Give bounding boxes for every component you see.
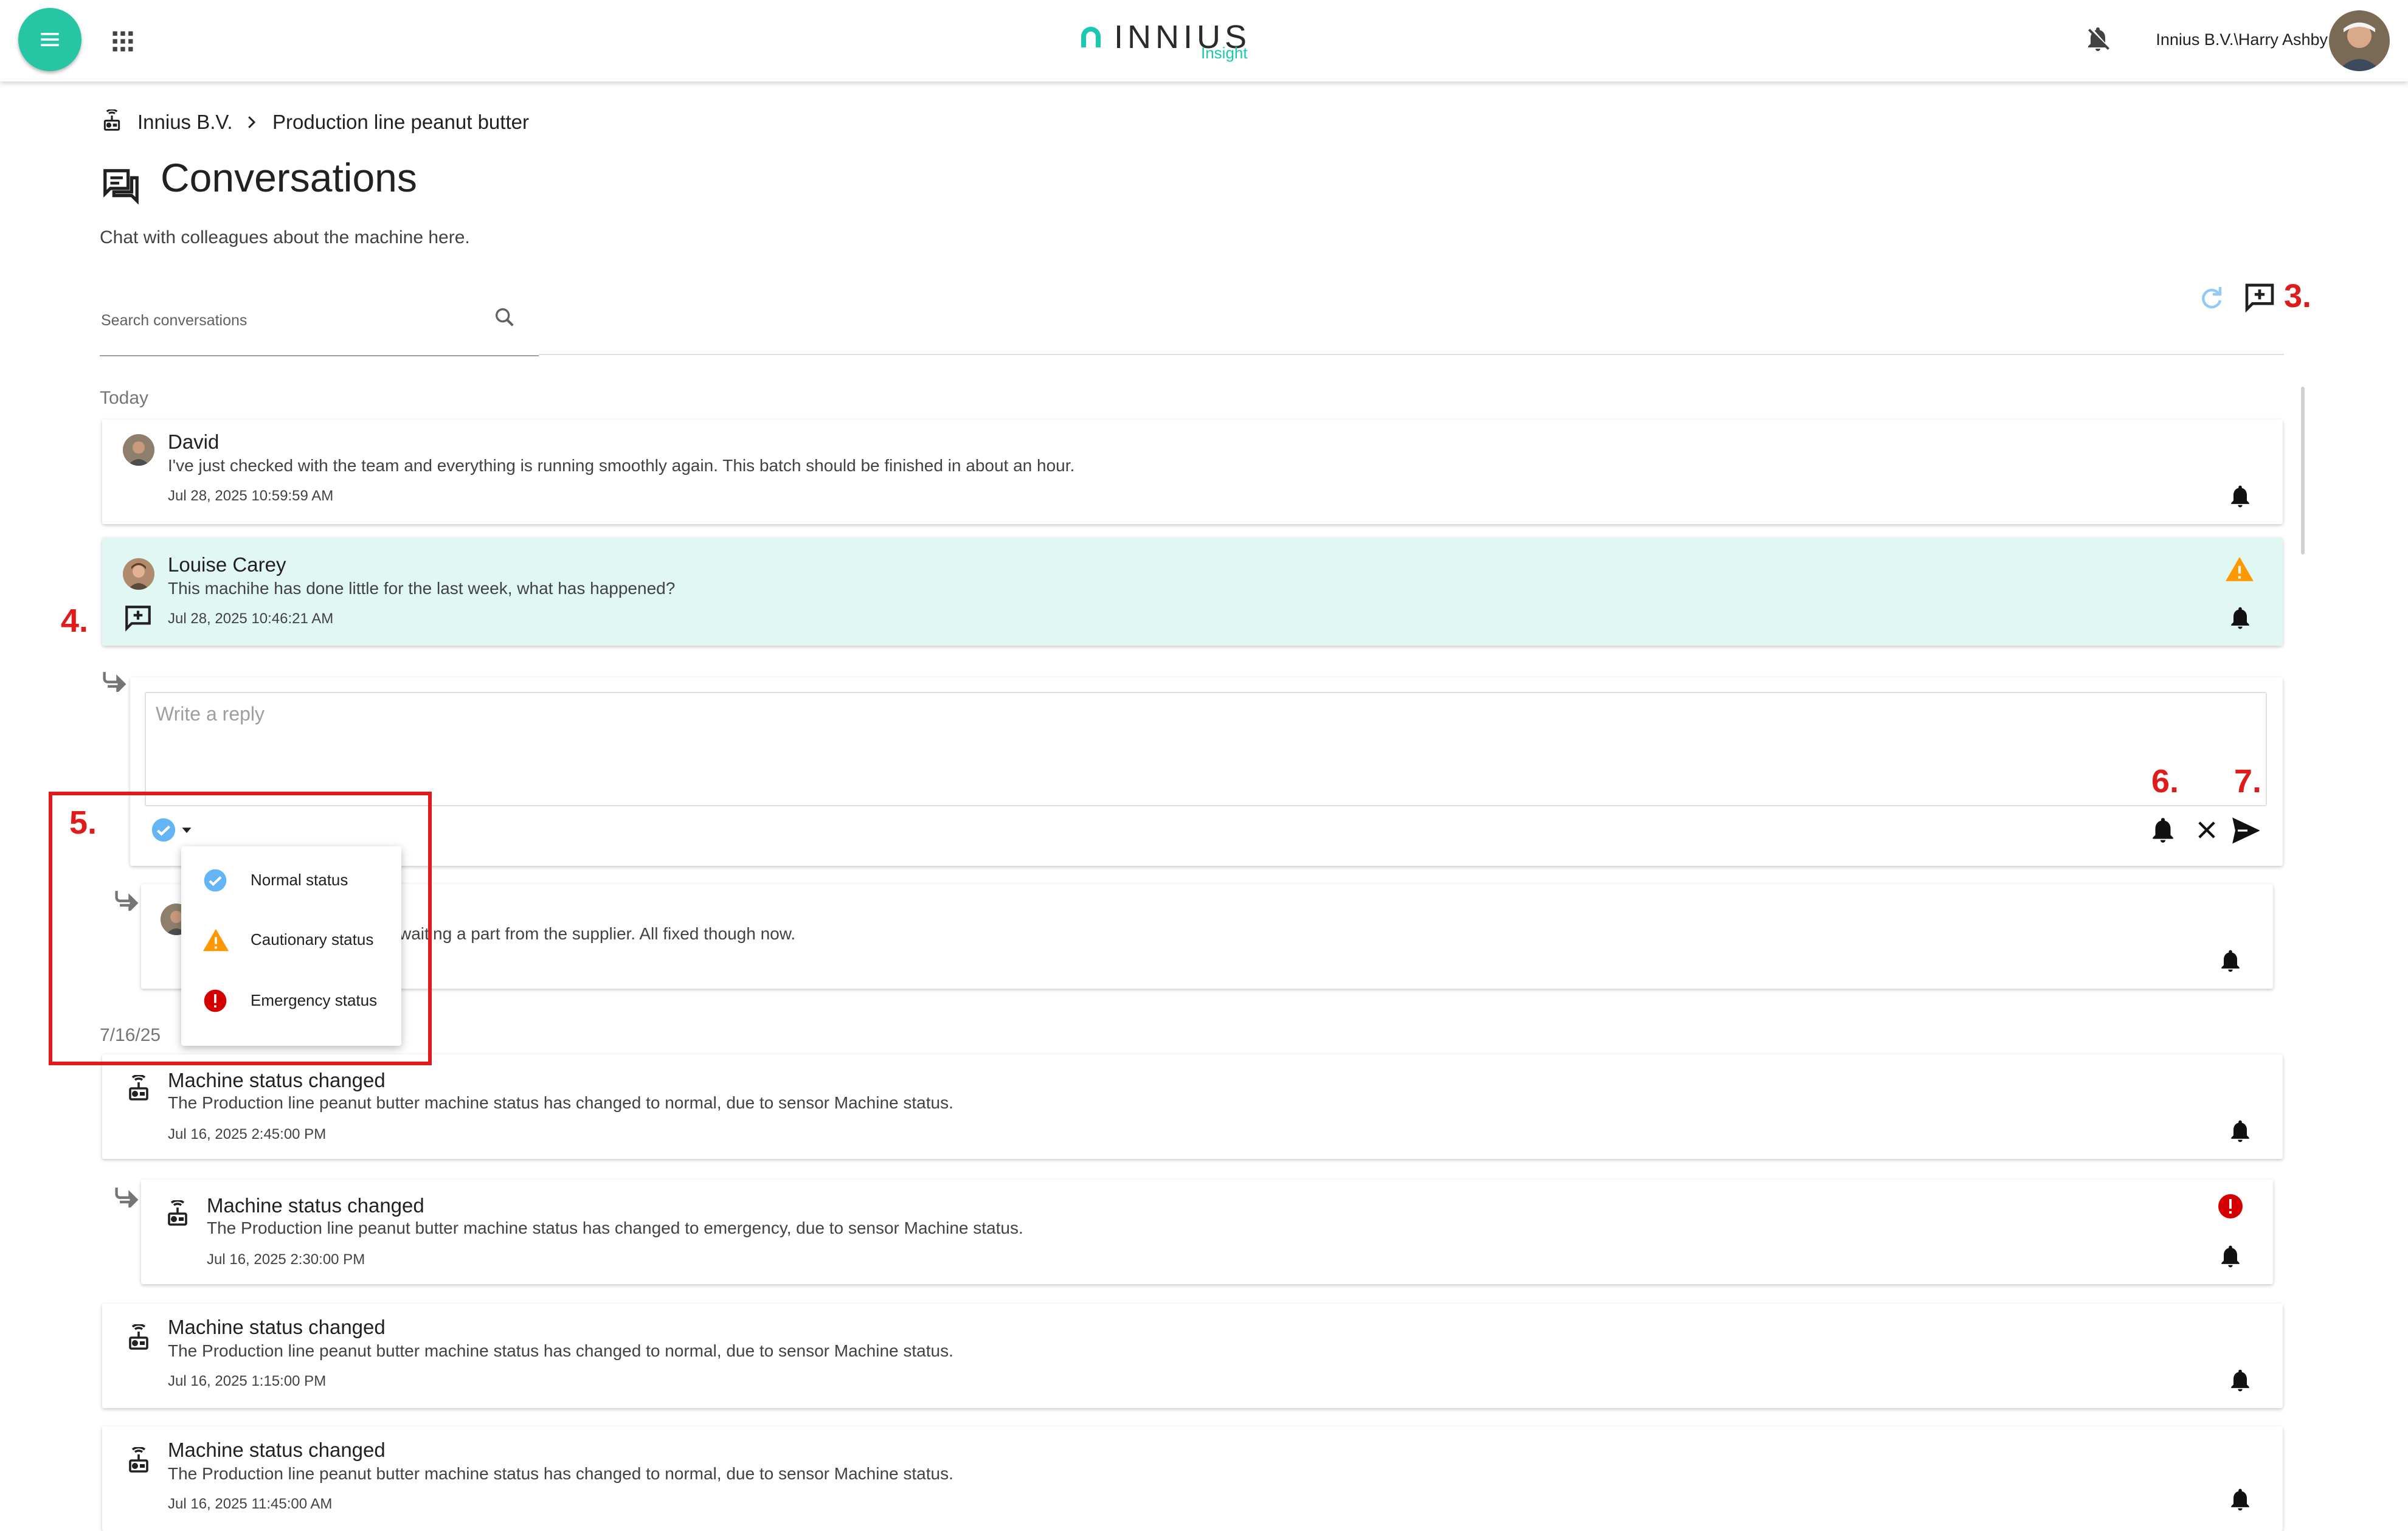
message-text: The Production line peanut butter machin… <box>168 1341 953 1360</box>
annotation-highlight-box <box>49 792 432 1065</box>
avatar-photo-icon <box>2329 10 2390 71</box>
reply-arrow-icon <box>101 668 128 692</box>
reply-card <box>130 677 2283 866</box>
subscribe-bell-button[interactable] <box>2227 1118 2254 1144</box>
apps-grid-button[interactable] <box>109 28 136 55</box>
annotation-6: 6. <box>2151 763 2179 800</box>
message-text: I've just checked with the team and ever… <box>168 456 1075 475</box>
cautionary-status-icon <box>2224 555 2255 585</box>
reply-to-conversation-button[interactable] <box>123 603 153 634</box>
author-name: Machine status changed <box>168 1316 386 1338</box>
message-timestamp: Jul 16, 2025 2:45:00 PM <box>168 1126 327 1142</box>
message-text: The Production line peanut butter machin… <box>168 1093 953 1112</box>
author-name: Machine status changed <box>207 1194 424 1217</box>
bell-icon <box>2153 818 2173 843</box>
annotation-4: 4. <box>61 603 89 639</box>
main-menu-button[interactable] <box>18 8 81 71</box>
notify-bell-button[interactable] <box>2148 815 2178 845</box>
breadcrumb-item-machine[interactable]: Production line peanut butter <box>272 111 529 134</box>
machine-icon <box>124 1447 153 1476</box>
search-input[interactable] <box>100 306 479 334</box>
user-avatar[interactable] <box>2329 10 2390 71</box>
conversation-card[interactable]: David I've just checked with the team an… <box>102 420 2283 524</box>
message-timestamp: Jul 16, 2025 1:15:00 PM <box>168 1373 327 1389</box>
forum-icon <box>100 165 142 208</box>
message-timestamp: Jul 16, 2025 2:30:00 PM <box>207 1251 365 1268</box>
conversation-card[interactable]: Machine status changed The Production li… <box>102 1426 2283 1531</box>
conversation-card-selected[interactable]: Louise Carey This machihe has done littl… <box>102 537 2283 646</box>
emergency-status-icon <box>2216 1192 2245 1221</box>
bell-icon <box>2231 1369 2249 1392</box>
reply-message-card[interactable]: waiting a part from the supplier. All fi… <box>141 884 2273 989</box>
reply-arrow-icon <box>113 1183 140 1208</box>
user-account-name[interactable]: Innius B.V.\Harry Ashby <box>2156 30 2328 49</box>
subscribe-bell-button[interactable] <box>2227 1486 2254 1513</box>
cancel-reply-button[interactable] <box>2194 817 2219 843</box>
refresh-icon <box>2202 287 2222 309</box>
subscribe-bell-button[interactable] <box>2227 483 2254 510</box>
bell-icon <box>2231 607 2249 629</box>
avatar <box>123 434 154 466</box>
new-conversation-button[interactable] <box>2243 281 2277 315</box>
bell-icon <box>2231 1120 2249 1142</box>
annotation-3: 3. <box>2284 278 2312 314</box>
bell-icon <box>2221 950 2240 972</box>
breadcrumb-item-company[interactable]: Innius B.V. <box>137 111 233 134</box>
search-field[interactable] <box>100 298 539 356</box>
message-text: The Production line peanut butter machin… <box>168 1464 953 1483</box>
reply-textarea[interactable] <box>145 692 2267 806</box>
bell-icon <box>2231 485 2249 508</box>
innius-logo: INNIUS Insight <box>1076 18 1259 67</box>
subscribe-bell-button[interactable] <box>2217 1243 2244 1270</box>
author-name: David <box>168 430 220 453</box>
apps-icon <box>112 31 133 52</box>
menu-icon <box>41 33 59 46</box>
machine-icon <box>163 1200 192 1229</box>
avatar <box>123 558 154 590</box>
logo-subtitle: Insight <box>1201 44 1248 62</box>
author-name: Machine status changed <box>168 1069 386 1091</box>
conversation-card[interactable]: Machine status changed The Production li… <box>102 1054 2283 1159</box>
conversation-card[interactable]: Machine status changed The Production li… <box>102 1304 2283 1408</box>
send-icon <box>2232 817 2260 844</box>
message-timestamp: Jul 16, 2025 11:45:00 AM <box>168 1496 333 1512</box>
subscribe-bell-button[interactable] <box>2217 947 2244 974</box>
message-timestamp: Jul 28, 2025 10:46:21 AM <box>168 610 334 627</box>
divider <box>539 354 2284 355</box>
subscribe-bell-button[interactable] <box>2227 1367 2254 1394</box>
notifications-off-button[interactable] <box>2083 24 2112 54</box>
bell-icon <box>2231 1488 2249 1511</box>
message-timestamp: Jul 28, 2025 10:59:59 AM <box>168 488 334 504</box>
page-title: Conversations <box>161 155 417 200</box>
machine-icon <box>103 109 120 131</box>
logo-mark-icon <box>1081 27 1101 47</box>
bell-icon <box>2221 1245 2240 1268</box>
group-date-today: Today <box>100 388 149 408</box>
send-reply-button[interactable] <box>2230 816 2260 845</box>
chevron-right-icon <box>242 113 260 131</box>
annotation-5: 5. <box>69 804 97 841</box>
author-name: Machine status changed <box>168 1439 386 1461</box>
page-subtitle: Chat with colleagues about the machine h… <box>100 227 470 247</box>
add-comment-icon <box>2245 283 2274 313</box>
breadcrumb <box>100 109 124 134</box>
machine-icon <box>124 1324 153 1353</box>
annotation-7: 7. <box>2234 763 2262 800</box>
close-icon <box>2198 821 2215 838</box>
message-text: This machihe has done little for the las… <box>168 579 676 598</box>
message-text: waiting a part from the supplier. All fi… <box>399 924 796 943</box>
add-comment-icon <box>125 606 151 632</box>
reply-message-card[interactable]: Machine status changed The Production li… <box>141 1180 2273 1284</box>
machine-icon <box>124 1075 153 1104</box>
message-text: The Production line peanut butter machin… <box>207 1218 1023 1237</box>
subscribe-bell-button[interactable] <box>2227 604 2254 631</box>
author-name: Louise Carey <box>168 553 286 576</box>
refresh-button[interactable] <box>2196 283 2226 313</box>
bell-off-icon <box>2088 27 2109 51</box>
scrollbar[interactable] <box>2301 387 2305 555</box>
search-icon[interactable] <box>493 305 517 330</box>
